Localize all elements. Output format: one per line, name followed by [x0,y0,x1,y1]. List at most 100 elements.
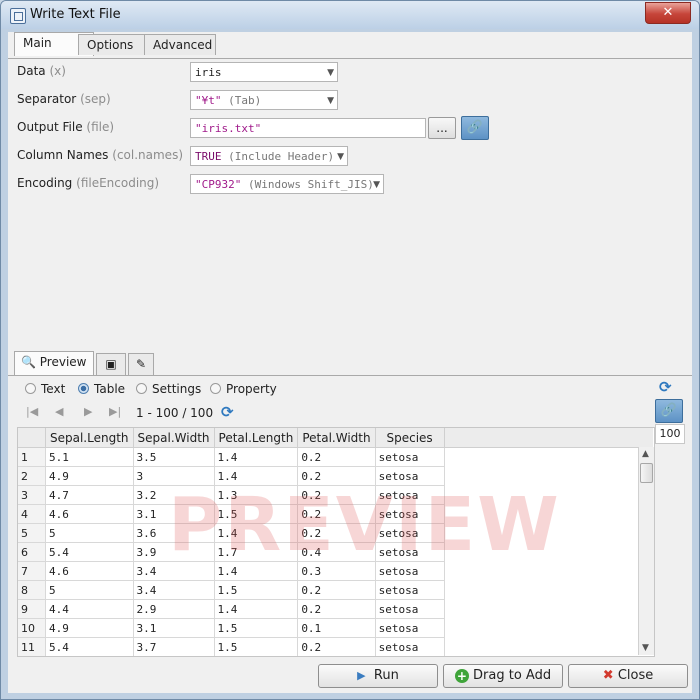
chevron-down-icon: ▼ [327,96,334,106]
row-limit-link-button[interactable]: 🔗 [655,399,683,423]
table-row[interactable]: 11 5.4 3.7 1.5 0.2 setosa [18,637,653,656]
table-cell: 3.7 [133,637,215,656]
last-page-icon[interactable]: ▶| [109,405,121,418]
data-select[interactable]: iris ▼ [190,62,338,82]
mode-text-label: Text [41,382,66,396]
column-names-label-text: Column Names [17,148,109,162]
close-icon: ✖ [602,668,614,683]
run-button[interactable]: ▶ Run [318,664,438,688]
chevron-down-icon: ▼ [327,68,334,78]
next-page-icon[interactable]: ▶ [84,405,92,418]
column-names-label: Column Names (col.names) [17,148,183,162]
column-header[interactable]: Sepal.Length [45,428,134,448]
table-cell: setosa [375,580,445,600]
empty-header [444,428,653,448]
column-names-select[interactable]: TRUE (Include Header) ▼ [190,146,348,166]
refresh-icon[interactable]: ⟳ [221,403,234,421]
row-number-cell: 10 [18,618,46,638]
tab-advanced-label: Advanced [153,38,213,52]
column-names-arg: (col.names) [112,148,183,162]
preview-watermark: PREVIEW [168,482,561,568]
output-file-arg: (file) [86,120,115,134]
row-number-cell: 3 [18,485,46,505]
link-icon: 🔗 [660,403,678,418]
table-cell: 0.1 [297,618,376,638]
tab-preview[interactable]: 🔍 Preview [14,351,94,376]
preview-tab-divider [8,375,692,376]
output-file-input[interactable]: "iris.txt" [190,118,426,138]
separator-arg: (sep) [80,92,111,106]
table-cell: 4.9 [45,618,134,638]
dialog-window: Write Text File ✕ Main Options Advanced … [0,0,700,700]
add-icon: + [454,669,469,683]
link-button[interactable]: 🔗 [461,116,489,140]
mode-table-radio[interactable]: Table [78,382,125,396]
data-arg: (x) [49,64,66,78]
title-bar[interactable]: Write Text File ✕ [1,1,699,29]
row-number-cell: 6 [18,542,46,562]
table-cell: 4.6 [45,561,134,581]
data-label-text: Data [17,64,46,78]
table-row[interactable]: 1 5.1 3.5 1.4 0.2 setosa [18,447,653,467]
first-page-icon[interactable]: |◀ [26,405,38,418]
mode-settings-radio[interactable]: Settings [136,382,201,396]
column-header[interactable]: Petal.Length [214,428,299,448]
row-number-cell: 8 [18,580,46,600]
table-cell: setosa [375,447,445,467]
tab-divider [8,58,692,59]
separator-select[interactable]: "¥t" (Tab) ▼ [190,90,338,110]
table-cell: 1.4 [214,599,299,619]
table-cell: setosa [375,637,445,656]
encoding-value: "CP932" [195,178,242,191]
prev-page-icon[interactable]: ◀ [55,405,63,418]
encoding-arg: (fileEncoding) [76,176,160,190]
scrollbar-thumb[interactable] [640,463,653,483]
scroll-down-icon[interactable]: ▼ [642,643,649,653]
refresh-icon[interactable]: ⟳ [659,378,672,396]
tab-options[interactable]: Options [78,34,146,55]
table-cell: 3.5 [133,447,215,467]
table-cell: 2.9 [133,599,215,619]
window-close-icon: ✕ [662,5,674,20]
scroll-up-icon[interactable]: ▲ [642,449,649,459]
row-number-cell: 5 [18,523,46,543]
browse-button[interactable]: ... [428,117,456,139]
encoding-select[interactable]: "CP932" (Windows Shift_JIS) ▼ [190,174,384,194]
table-cell: setosa [375,618,445,638]
run-icon: ▶ [357,669,366,682]
mode-text-radio[interactable]: Text [25,382,65,396]
tab-main-label: Main [23,36,52,50]
table-row[interactable]: 9 4.4 2.9 1.4 0.2 setosa [18,599,653,619]
separator-note: (Tab) [228,94,262,107]
window-close-button[interactable]: ✕ [645,2,691,24]
row-number-cell: 4 [18,504,46,524]
close-button[interactable]: ✖ Close [568,664,688,688]
table-cell: 3.4 [133,580,215,600]
table-cell: setosa [375,599,445,619]
table-cell: 4.7 [45,485,134,505]
table-row[interactable]: 10 4.9 3.1 1.5 0.1 setosa [18,618,653,638]
column-header[interactable]: Species [375,428,445,448]
data-label: Data (x) [17,64,66,78]
column-header[interactable]: Sepal.Width [133,428,215,448]
table-padding-cell [444,600,653,619]
row-limit-field[interactable]: 100 [655,424,685,444]
tab-advanced[interactable]: Advanced [144,34,216,55]
separator-value: "¥t" [195,94,222,107]
row-number-cell: 9 [18,599,46,619]
separator-label: Separator (sep) [17,92,111,106]
table-row[interactable]: 8 5 3.4 1.5 0.2 setosa [18,580,653,600]
column-header[interactable]: Petal.Width [297,428,376,448]
close-label: Close [617,668,654,683]
data-value: iris [195,66,222,79]
table-cell: 5 [45,580,134,600]
mode-property-radio[interactable]: Property [210,382,277,396]
encoding-note: (Windows Shift_JIS) [247,178,374,191]
chevron-down-icon: ▼ [337,152,344,162]
tab-script[interactable]: ✎ [128,353,154,375]
vertical-scrollbar[interactable]: ▲ ▼ [638,447,654,655]
window-title: Write Text File [30,7,121,22]
table-cell: 0.2 [297,637,376,656]
tab-console[interactable]: ▣ [96,353,126,375]
drag-to-add-button[interactable]: + Drag to Add [443,664,563,688]
